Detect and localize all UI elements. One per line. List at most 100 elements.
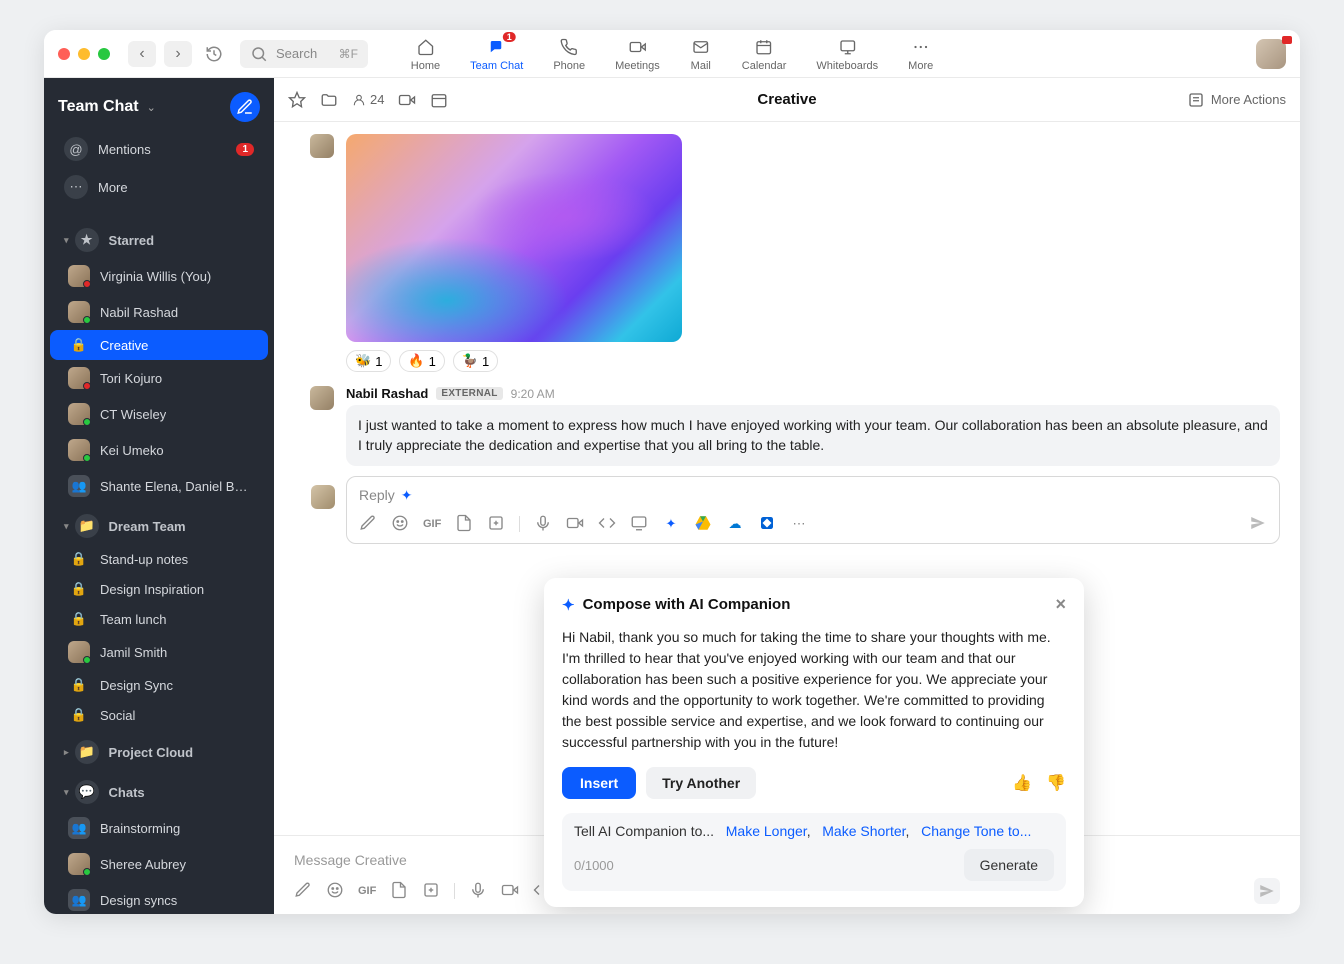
sidebar-item-design-syncs[interactable]: 👥Design syncs (50, 882, 268, 914)
section-starred[interactable]: ▾★Starred (50, 218, 268, 258)
divider (454, 883, 455, 899)
avatar (311, 485, 335, 509)
sidebar-item-brainstorm[interactable]: 👥Brainstorming (50, 810, 268, 846)
insert-button[interactable]: Insert (562, 767, 636, 799)
emoji-button[interactable] (326, 881, 344, 902)
nav-forward-button[interactable]: › (164, 41, 192, 67)
image-message: 🐝1 🔥1 🦆1 (346, 134, 1280, 372)
star-icon: ★ (75, 228, 99, 252)
screen-button[interactable] (630, 514, 648, 535)
gdrive-button[interactable] (694, 514, 712, 535)
members-button[interactable]: 24 (352, 92, 384, 107)
sidebar-item-virginia[interactable]: Virginia Willis (You) (50, 258, 268, 294)
screenshot-button[interactable] (487, 514, 505, 535)
gif-button[interactable]: GIF (358, 885, 376, 897)
sidebar-item-jamil[interactable]: Jamil Smith (50, 634, 268, 670)
chevron-down-icon[interactable]: ⌄ (147, 101, 156, 114)
move-button[interactable] (320, 91, 338, 109)
make-longer-link[interactable]: Make Longer (726, 823, 807, 839)
calendar-button[interactable] (430, 91, 448, 109)
reaction-duck[interactable]: 🦆1 (453, 350, 498, 372)
maximize-window-icon[interactable] (98, 48, 110, 60)
change-tone-link[interactable]: Change Tone to... (921, 823, 1031, 839)
sidebar-item-sync[interactable]: 🔒Design Sync (50, 670, 268, 700)
sidebar-more[interactable]: ⋯ More (50, 168, 268, 206)
reaction-bee[interactable]: 🐝1 (346, 350, 391, 372)
sidebar-item-tori[interactable]: Tori Kojuro (50, 360, 268, 396)
tab-calendar[interactable]: Calendar (742, 36, 787, 72)
tab-whiteboards[interactable]: Whiteboards (816, 36, 878, 72)
sidebar-item-social[interactable]: 🔒Social (50, 700, 268, 730)
sidebar-item-ct[interactable]: CT Wiseley (50, 396, 268, 432)
profile-avatar[interactable] (1256, 39, 1286, 69)
tab-phone[interactable]: Phone (553, 36, 585, 72)
reaction-fire[interactable]: 🔥1 (399, 350, 444, 372)
thumbs-up-button[interactable]: 👍 (1012, 773, 1032, 793)
send-button[interactable] (1254, 878, 1280, 904)
sidebar-item-nabil[interactable]: Nabil Rashad (50, 294, 268, 330)
ai-button[interactable]: ✦ (662, 516, 680, 532)
video-call-button[interactable] (398, 91, 416, 109)
more-actions-button[interactable]: More Actions (1187, 91, 1286, 109)
group-icon: 👥 (68, 475, 90, 497)
more-tools-button[interactable]: ⋯ (790, 516, 808, 532)
section-project-cloud[interactable]: ▸📁Project Cloud (50, 730, 268, 770)
make-shorter-link[interactable]: Make Shorter (822, 823, 905, 839)
tab-more[interactable]: More (908, 36, 933, 72)
file-button[interactable] (390, 881, 408, 902)
sidebar-item-creative[interactable]: 🔒Creative (50, 330, 268, 360)
close-window-icon[interactable] (58, 48, 70, 60)
sidebar-header: Team Chat ⌄ (44, 78, 274, 130)
generate-button[interactable]: Generate (964, 849, 1054, 881)
close-button[interactable]: × (1055, 594, 1066, 615)
audio-button[interactable] (469, 881, 487, 902)
shared-image[interactable] (346, 134, 682, 342)
video-clip-button[interactable] (501, 881, 519, 902)
star-button[interactable] (288, 91, 306, 109)
search-input[interactable]: Search ⌘F (240, 40, 368, 68)
tab-mail[interactable]: Mail (690, 36, 712, 72)
tab-team-chat[interactable]: 1 Team Chat (470, 36, 523, 72)
sparkle-icon: ✦ (401, 487, 413, 504)
section-dream-team[interactable]: ▾📁Dream Team (50, 504, 268, 544)
titlebar: ‹ › Search ⌘F Home 1 Team Chat Phone (44, 30, 1300, 78)
history-button[interactable] (200, 41, 228, 67)
sidebar-item-standup[interactable]: 🔒Stand-up notes (50, 544, 268, 574)
calendar-icon (430, 91, 448, 109)
tab-home[interactable]: Home (411, 36, 440, 72)
emoji-button[interactable] (391, 514, 409, 535)
thumbs-down-button[interactable]: 👎 (1046, 773, 1066, 793)
message: Nabil Rashad EXTERNAL 9:20 AM I just wan… (346, 386, 1280, 544)
compose-button[interactable] (230, 92, 260, 122)
file-button[interactable] (455, 514, 473, 535)
send-button[interactable] (1249, 514, 1267, 535)
message-bubble: I just wanted to take a moment to expres… (346, 405, 1280, 466)
minimize-window-icon[interactable] (78, 48, 90, 60)
sidebar-mentions[interactable]: @ Mentions 1 (50, 130, 268, 168)
calendar-icon (755, 38, 773, 56)
gif-button[interactable]: GIF (423, 518, 441, 530)
box-button[interactable] (758, 514, 776, 535)
chat-icon (488, 38, 506, 56)
sidebar-item-shante[interactable]: 👥Shante Elena, Daniel Bow... (50, 468, 268, 504)
screenshot-button[interactable] (422, 881, 440, 902)
video-icon (566, 514, 584, 532)
tab-meetings[interactable]: Meetings (615, 36, 660, 72)
code-button[interactable] (598, 514, 616, 535)
try-another-button[interactable]: Try Another (646, 767, 756, 799)
section-chats[interactable]: ▾💬Chats (50, 770, 268, 810)
onedrive-button[interactable]: ☁ (726, 516, 744, 532)
sidebar-item-sheree[interactable]: Sheree Aubrey (50, 846, 268, 882)
format-button[interactable] (294, 881, 312, 902)
format-button[interactable] (359, 514, 377, 535)
reply-composer[interactable]: Reply ✦ GIF (346, 476, 1280, 544)
sidebar-item-lunch[interactable]: 🔒Team lunch (50, 604, 268, 634)
sidebar-item-kei[interactable]: Kei Umeko (50, 432, 268, 468)
compose-icon (236, 98, 254, 116)
file-icon (455, 514, 473, 532)
mentions-badge: 1 (236, 143, 254, 156)
audio-button[interactable] (534, 514, 552, 535)
nav-back-button[interactable]: ‹ (128, 41, 156, 67)
sidebar-item-inspiration[interactable]: 🔒Design Inspiration (50, 574, 268, 604)
video-clip-button[interactable] (566, 514, 584, 535)
